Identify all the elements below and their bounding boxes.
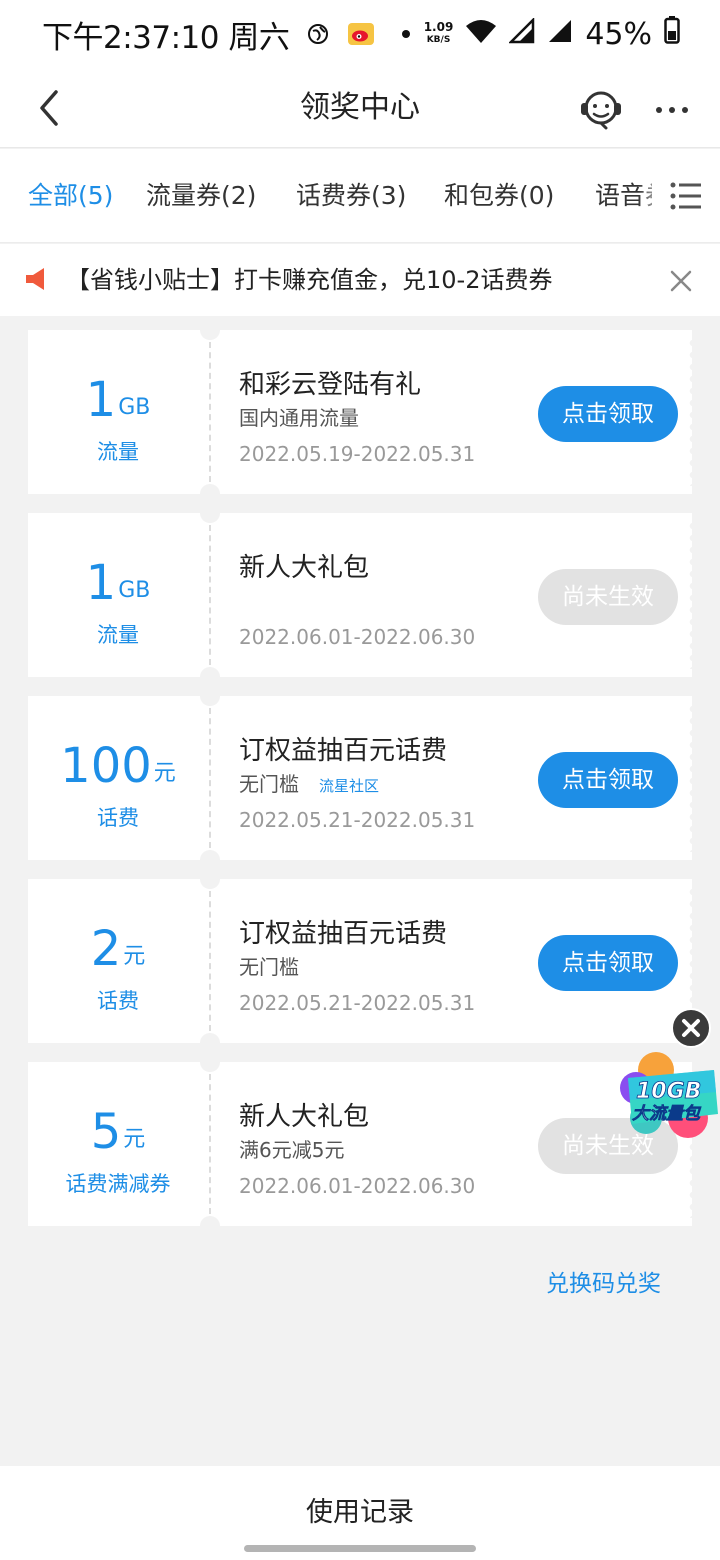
signal-icon: [508, 16, 535, 52]
net-speed-unit: KB/S: [426, 35, 451, 45]
promo-badge-icon[interactable]: 10GB 大流量包: [618, 1048, 720, 1142]
coupon-subtitle-text: 无门槛: [239, 772, 299, 796]
coupon-subtitle: 无门槛 流星社区: [239, 768, 379, 797]
coupon-date: 2022.05.21-2022.05.31: [239, 991, 476, 1015]
weibo-icon: [347, 22, 375, 46]
amount-unit: GB: [118, 578, 151, 603]
coupon-amount: 2元: [28, 921, 208, 977]
amount-unit: GB: [118, 395, 151, 420]
coupon-card: 1GB 流量 新人大礼包 2022.06.01-2022.06.30 尚未生效: [28, 503, 693, 687]
tab-all[interactable]: 全部(5): [28, 149, 113, 242]
promo-badge-line1: 10GB: [636, 1079, 701, 1104]
claim-button[interactable]: 点击领取: [538, 935, 678, 991]
coupon-card: 2元 话费 订权益抽百元话费 无门槛 2022.05.21-2022.05.31…: [28, 869, 693, 1053]
coupon-type: 话费: [97, 989, 139, 1013]
coupon-amount: 1GB: [28, 555, 208, 611]
tab-hebao-coupon[interactable]: 和包券(0): [444, 149, 554, 242]
more-dots-icon[interactable]: [652, 90, 692, 130]
promo-badge-line2: 大流量包: [632, 1104, 702, 1124]
amount-value: 1: [85, 555, 117, 611]
coupon-divider: [209, 1074, 211, 1214]
speaker-icon: [24, 266, 50, 292]
coupon-subtitle-text: 无门槛: [239, 955, 299, 979]
net-speed-value: 1.09: [423, 20, 454, 34]
home-indicator[interactable]: [244, 1545, 476, 1552]
coupon-source-tag: 流星社区: [319, 777, 380, 795]
coupon-subtitle: 国内通用流量: [239, 402, 359, 431]
battery-icon: [664, 16, 680, 52]
coupon-amount: 100元: [28, 738, 208, 794]
coupon-type: 流量: [97, 623, 139, 647]
redeem-code-link[interactable]: 兑换码兑奖: [546, 1264, 661, 1298]
net-speed: 1.09 KB/S: [424, 21, 454, 47]
tab-data-coupon[interactable]: 流量券(2): [146, 149, 256, 242]
amount-unit: 元: [153, 761, 176, 786]
coupon-type: 流量: [97, 440, 139, 464]
battery-percent: 45%: [585, 16, 652, 52]
tip-notice-bar: 【省钱小贴士】打卡赚充值金，兑10-2话费券: [0, 244, 720, 316]
coupon-card: 5元 话费满减券 新人大礼包 满6元减5元 2022.06.01-2022.06…: [28, 1052, 693, 1236]
coupon-card: 1GB 流量 和彩云登陆有礼 国内通用流量 2022.05.19-2022.05…: [28, 320, 693, 504]
tab-list-menu-icon[interactable]: [652, 149, 720, 242]
not-yet-active-button: 尚未生效: [538, 569, 678, 625]
tab-phone-bill-coupon[interactable]: 话费券(3): [296, 149, 406, 242]
amount-value: 2: [90, 921, 122, 977]
coupon-title: 新人大礼包: [239, 1102, 370, 1132]
status-time: 下午2:37:10 周六: [42, 19, 290, 56]
coupon-amount-box: 2元 话费: [28, 879, 208, 1043]
signal-icon: [547, 17, 573, 52]
coupon-subtitle: 满6元减5元: [239, 1134, 344, 1163]
coupon-subtitle-text: 国内通用流量: [239, 406, 359, 430]
coupon-date: 2022.06.01-2022.06.30: [239, 625, 476, 649]
coupon-divider: [209, 891, 211, 1031]
coupon-amount-box: 100元 话费: [28, 696, 208, 860]
coupon-title: 和彩云登陆有礼: [239, 370, 422, 400]
amount-unit: 元: [123, 1127, 146, 1152]
nav-bar: 领奖中心: [0, 68, 720, 148]
coupon-list: 1GB 流量 和彩云登陆有礼 国内通用流量 2022.05.19-2022.05…: [28, 320, 693, 1245]
coupon-date: 2022.06.01-2022.06.30: [239, 1174, 476, 1198]
status-bar: 下午2:37:10 周六 1.09 KB/S 45%: [0, 0, 720, 68]
claim-button[interactable]: 点击领取: [538, 386, 678, 442]
coupon-date: 2022.05.21-2022.05.31: [239, 808, 476, 832]
coupon-title: 新人大礼包: [239, 553, 370, 583]
close-circle-icon[interactable]: [670, 1007, 712, 1049]
coupon-type: 话费: [97, 806, 139, 830]
usage-record-button[interactable]: 使用记录: [0, 1490, 720, 1529]
globe-icon: [307, 23, 329, 45]
close-icon[interactable]: [668, 268, 694, 294]
notice-text[interactable]: 【省钱小贴士】打卡赚充值金，兑10-2话费券: [66, 244, 552, 316]
coupon-title: 订权益抽百元话费: [239, 919, 448, 949]
amount-unit: 元: [123, 944, 146, 969]
coupon-amount-box: 1GB 流量: [28, 330, 208, 494]
category-tabs: 全部(5) 流量券(2) 话费券(3) 和包券(0) 语音券: [0, 149, 720, 243]
customer-service-icon[interactable]: [578, 86, 624, 132]
amount-value: 1: [85, 372, 117, 428]
dot-icon: [401, 29, 411, 39]
coupon-date: 2022.05.19-2022.05.31: [239, 442, 476, 466]
coupon-divider: [209, 708, 211, 848]
wifi-icon: [465, 17, 497, 52]
coupon-amount: 1GB: [28, 372, 208, 428]
status-right-group: 1.09 KB/S 45%: [424, 0, 680, 68]
coupon-type: 话费满减券: [65, 1172, 171, 1196]
amount-value: 5: [90, 1104, 122, 1160]
coupon-subtitle: 无门槛: [239, 951, 299, 980]
coupon-amount: 5元: [28, 1104, 208, 1160]
bottom-bar: 使用记录: [0, 1466, 720, 1560]
coupon-edge: [687, 521, 693, 669]
amount-value: 100: [60, 738, 152, 794]
claim-button[interactable]: 点击领取: [538, 752, 678, 808]
coupon-subtitle-text: 满6元减5元: [239, 1138, 345, 1162]
coupon-amount-box: 5元 话费满减券: [28, 1062, 208, 1226]
coupon-divider: [209, 342, 211, 482]
coupon-title: 订权益抽百元话费: [239, 736, 448, 766]
coupon-amount-box: 1GB 流量: [28, 513, 208, 677]
coupon-card: 100元 话费 订权益抽百元话费 无门槛 流星社区 2022.05.21-2022…: [28, 686, 693, 870]
coupon-edge: [687, 338, 693, 486]
coupon-divider: [209, 525, 211, 665]
coupon-edge: [687, 704, 693, 852]
